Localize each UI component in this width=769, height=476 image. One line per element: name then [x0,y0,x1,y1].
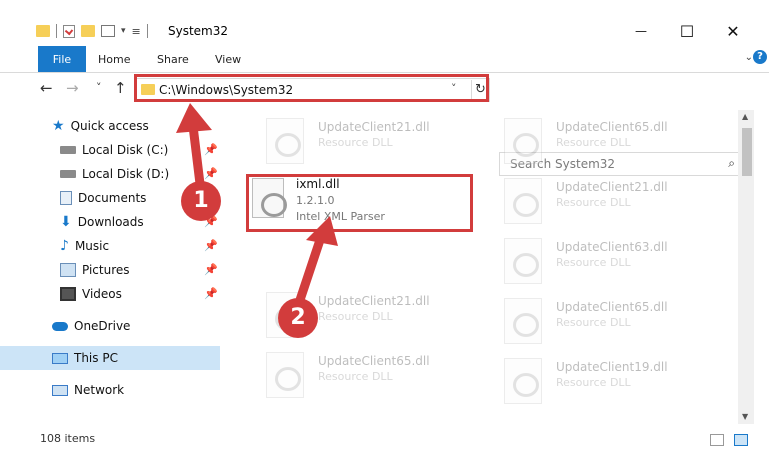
step-2-badge: 2 [278,298,318,338]
arrow-to-address-bar [176,103,212,197]
step-1-badge: 1 [181,181,221,221]
annotation-arrows [176,103,338,311]
arrow-to-ixml-file [293,216,338,311]
